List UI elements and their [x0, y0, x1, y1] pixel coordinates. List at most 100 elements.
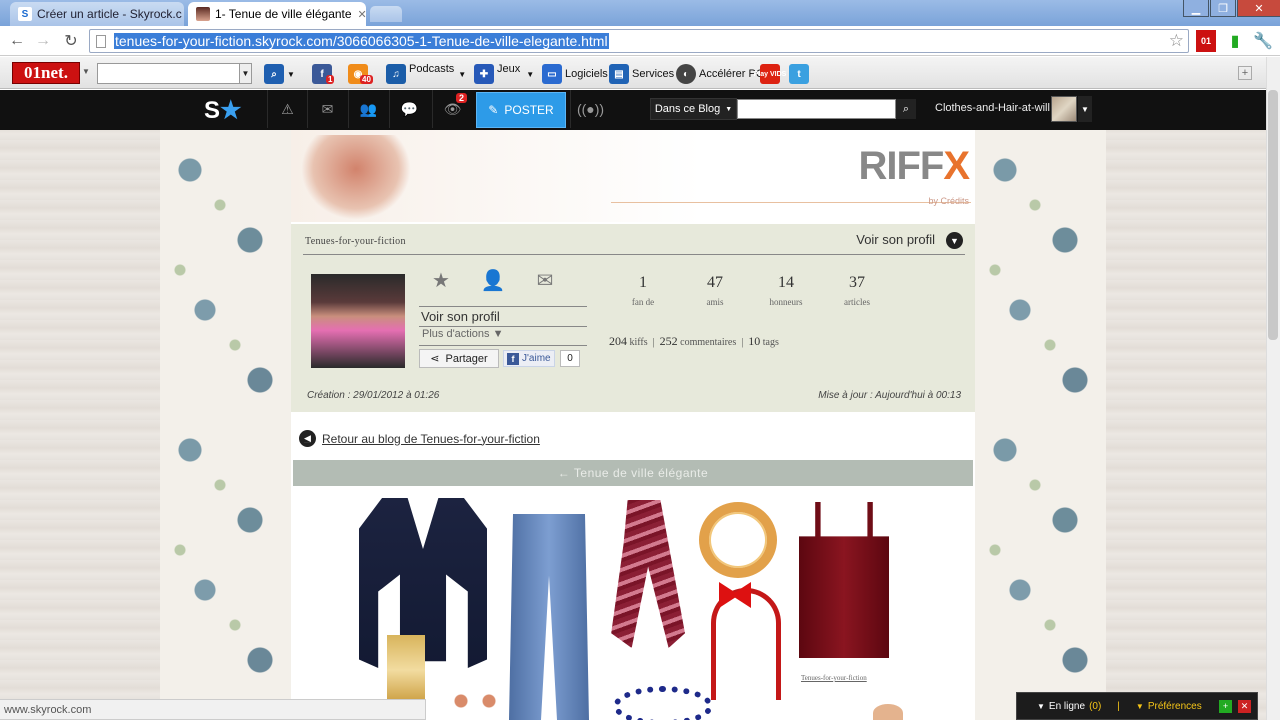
tab-label: Créer un article - Skyrock.c: [37, 7, 182, 21]
forward-arrow-icon[interactable]: →: [32, 30, 54, 52]
add-icon[interactable]: +: [1238, 66, 1252, 80]
facebook-like-button[interactable]: f J'aime: [503, 350, 555, 367]
rss-button[interactable]: ◉ 40: [348, 63, 373, 85]
podcasts-button[interactable]: ♫ Podcasts ▼: [386, 63, 466, 85]
voir-profil-link[interactable]: Voir son profil: [419, 306, 587, 327]
pencil-icon: ✎: [488, 103, 499, 117]
tab-tenue-ville[interactable]: 1- Tenue de ville élégante ✕: [188, 2, 366, 26]
tags-label[interactable]: tags: [763, 337, 779, 348]
add-friend-icon[interactable]: 👤: [479, 268, 507, 292]
earrings-image: [451, 690, 499, 712]
gamepad-icon: ✚: [474, 64, 494, 84]
jeux-button[interactable]: ✚ Jeux ▼: [474, 63, 534, 85]
chevron-down-icon[interactable]: ▼: [946, 232, 963, 249]
article-title-bar: ← Tenue de ville élégante: [293, 460, 973, 486]
jeans-image: [509, 514, 589, 720]
accelerer-pc-button[interactable]: ◐ Accélérer PC: [676, 63, 764, 85]
chevron-down-icon[interactable]: ▼: [1078, 96, 1092, 122]
close-icon[interactable]: ✕: [1238, 699, 1251, 713]
book-icon: ▤: [609, 64, 629, 84]
wrench-icon[interactable]: 🔧: [1252, 30, 1274, 52]
back-arrow-icon[interactable]: ←: [6, 30, 28, 52]
scrollbar-thumb[interactable]: [1268, 90, 1278, 340]
comments-label[interactable]: commentaires: [680, 337, 736, 348]
kiffs-label[interactable]: kiffs: [630, 337, 648, 348]
browser-window: S Créer un article - Skyrock.c ✕ 1- Tenu…: [0, 0, 1280, 720]
01net-logo[interactable]: 01net.: [12, 62, 80, 84]
address-bar[interactable]: tenues-for-your-fiction.skyrock.com/3066…: [89, 29, 1189, 53]
facebook-button[interactable]: f 1: [312, 63, 335, 85]
new-tab-button[interactable]: [370, 6, 402, 22]
chevron-down-icon[interactable]: ▼: [1136, 702, 1144, 711]
toolbar-search-input[interactable]: [97, 63, 240, 84]
chevron-down-icon[interactable]: ▼: [82, 67, 90, 76]
preferences-link[interactable]: Préférences: [1148, 701, 1202, 712]
stat-articles[interactable]: 37 articles: [827, 274, 887, 307]
rss-badge: 40: [360, 75, 373, 84]
share-button[interactable]: ⋖ Partager: [419, 349, 499, 368]
chevron-down-icon[interactable]: ▼: [1037, 702, 1045, 711]
facebook-badge: 1: [326, 75, 335, 84]
add-favorite-star-icon[interactable]: ★: [427, 268, 455, 292]
close-tab-icon[interactable]: ✕: [182, 8, 184, 21]
brand-main: RIFF: [858, 144, 944, 188]
skyrock-logo[interactable]: S★: [204, 96, 242, 125]
image-caption[interactable]: Tenues-for-your-fiction: [801, 674, 867, 682]
blog-scope-select[interactable]: Dans ce Blog ▼: [650, 98, 737, 120]
blog-main: RIFFX by Crédits Tenues-for-your-fiction…: [291, 130, 975, 720]
logiciels-button[interactable]: ▭ Logiciels: [542, 63, 608, 85]
01net-extension-icon[interactable]: 01: [1196, 30, 1216, 52]
minimize-button[interactable]: ▁: [1183, 0, 1209, 17]
like-count: 0: [560, 350, 580, 367]
banner-divider: [611, 202, 971, 203]
tab-label: 1- Tenue de ville élégante: [215, 7, 352, 21]
back-arrow-icon: ◀: [299, 430, 316, 447]
blog-search-input[interactable]: [737, 99, 896, 119]
notification-badge: 2: [456, 93, 468, 103]
jeux-label: Jeux: [497, 63, 521, 75]
status-bar: www.skyrock.com: [0, 699, 426, 720]
radio-icon[interactable]: ((●)): [570, 90, 610, 128]
warning-icon[interactable]: ⚠: [267, 90, 307, 128]
stat-amis[interactable]: 47 amis: [685, 274, 745, 307]
expand-icon[interactable]: +: [1219, 699, 1232, 713]
play-vids-button[interactable]: Play VIDS: [754, 63, 786, 85]
mail-icon[interactable]: ✉: [307, 90, 347, 128]
plus-actions-dropdown[interactable]: Plus d'actions ▼: [422, 328, 503, 340]
maximize-button[interactable]: ❐: [1210, 0, 1236, 17]
profile-name[interactable]: Tenues-for-your-fiction: [305, 236, 406, 247]
bookmark-star-icon[interactable]: ☆: [1169, 31, 1184, 51]
stat-label: amis: [706, 297, 724, 307]
search-icon[interactable]: ⌕: [896, 99, 916, 119]
user-avatar[interactable]: [1051, 96, 1077, 122]
twitter-bird-icon: t: [789, 64, 809, 84]
close-window-button[interactable]: ✕: [1237, 0, 1280, 17]
chat-icon[interactable]: 💬: [389, 90, 429, 128]
twitter-button[interactable]: t: [789, 63, 812, 85]
brand-x: X: [943, 144, 970, 188]
ring-image: [699, 502, 777, 578]
floral-left-panel: [160, 130, 291, 720]
profile-avatar[interactable]: [311, 274, 405, 368]
services-button[interactable]: ▤ Services: [609, 63, 674, 85]
scarf-image: [611, 500, 685, 648]
secondary-stats: 204 kiffs | 252 commentaires | 10 tags: [609, 334, 779, 348]
stat-number: 47: [707, 274, 723, 291]
signal-bars-icon[interactable]: ▮: [1224, 30, 1246, 52]
stat-honneurs[interactable]: 14 honneurs: [756, 274, 816, 307]
reload-icon[interactable]: ↻: [60, 30, 82, 52]
tab-creer-article[interactable]: S Créer un article - Skyrock.c ✕: [10, 2, 184, 26]
chevron-down-icon[interactable]: ▼: [240, 63, 252, 84]
username[interactable]: Clothes-and-Hair-at-will: [935, 102, 1050, 114]
headphones-icon: ♫: [386, 64, 406, 84]
close-tab-icon[interactable]: ✕: [352, 8, 366, 21]
online-label[interactable]: En ligne: [1049, 701, 1085, 712]
message-envelope-icon[interactable]: ✉: [531, 268, 559, 292]
friends-icon[interactable]: 👥: [348, 90, 388, 128]
search-button[interactable]: ⌕ ▼: [264, 63, 295, 85]
voir-profil-link-top[interactable]: Voir son profil: [856, 232, 935, 247]
profile-box: Tenues-for-your-fiction Voir son profil …: [291, 224, 975, 412]
poster-button[interactable]: ✎ POSTER: [476, 92, 566, 128]
stat-fans[interactable]: 1 fan de: [613, 274, 673, 307]
back-to-blog-link[interactable]: ◀ Retour au blog de Tenues-for-your-ficti…: [299, 430, 540, 447]
